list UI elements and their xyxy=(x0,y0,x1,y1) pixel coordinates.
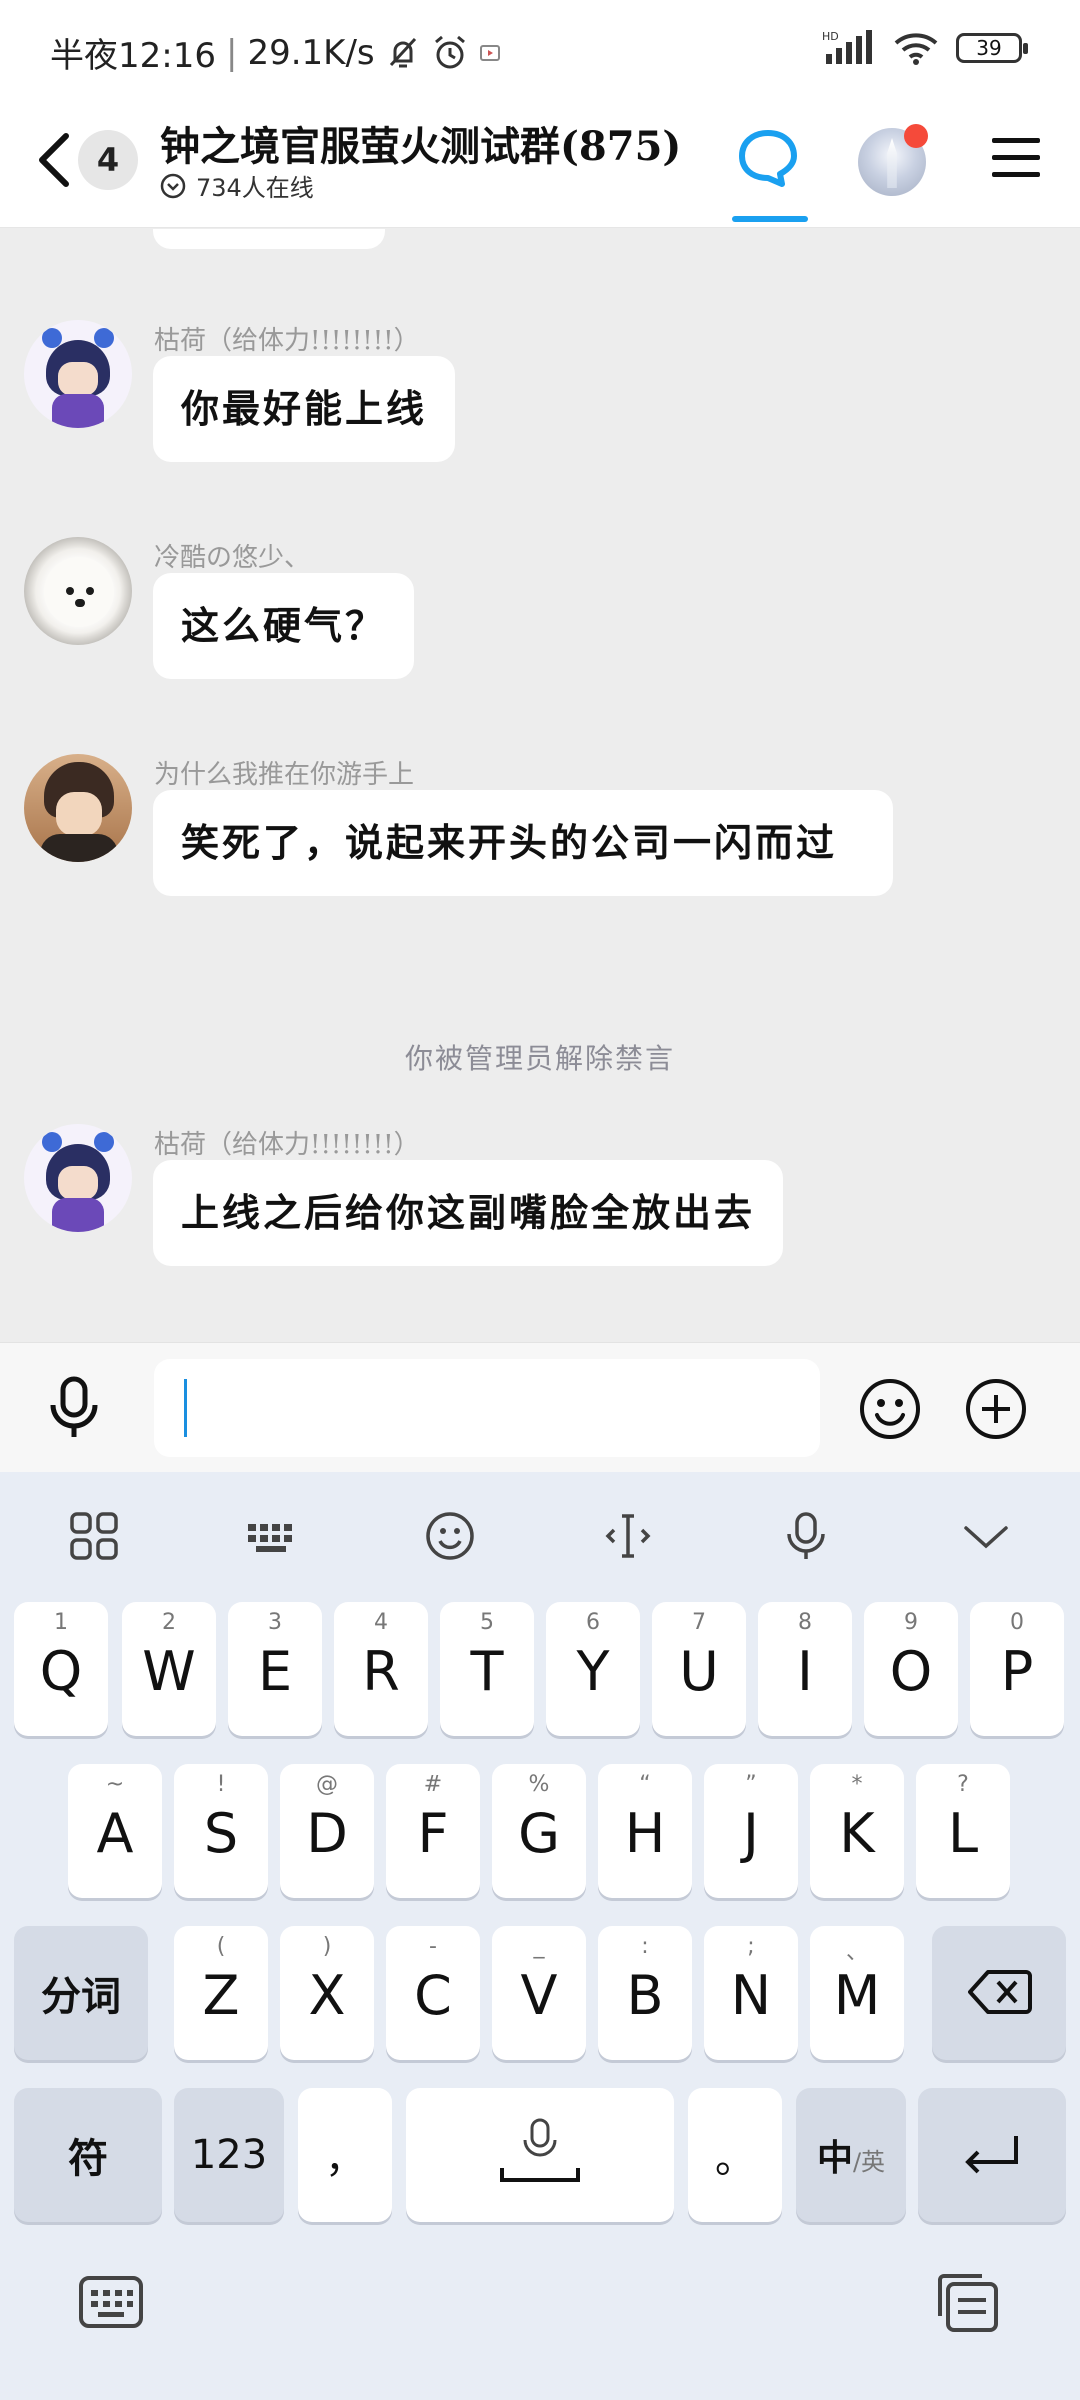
key-h[interactable]: “H xyxy=(598,1764,692,1898)
cursor-move-icon[interactable] xyxy=(602,1510,654,1562)
status-right: HD 39 xyxy=(822,30,1028,66)
enter-key[interactable] xyxy=(918,2088,1066,2222)
chat-messages[interactable]: 枯荷（给体力!!!!!!!!） 你最好能上线 冷酷の悠少、 这么硬气？ 为什么我… xyxy=(0,229,1080,1342)
mute-bell-icon xyxy=(389,37,416,67)
message-bubble[interactable]: 笑死了，说起来开头的公司一闪而过 xyxy=(153,790,893,896)
key-o[interactable]: 9O xyxy=(864,1602,958,1736)
key-n[interactable]: ; N xyxy=(704,1926,798,2060)
chevron-down-circle-icon xyxy=(160,173,186,198)
status-time: 半夜12:16 xyxy=(50,36,216,76)
comma-key[interactable]: ， xyxy=(298,2088,392,2222)
status-separator: | xyxy=(225,32,238,73)
space-mic-icon xyxy=(500,2118,580,2182)
lang-sub: /英 xyxy=(852,2148,886,2176)
collapse-keyboard-icon[interactable] xyxy=(960,1510,1012,1562)
key-a[interactable]: ~ A xyxy=(68,1764,162,1898)
unread-count-badge[interactable]: 4 xyxy=(78,130,138,190)
sender-name[interactable]: 枯荷（给体力!!!!!!!!） xyxy=(154,1124,420,1161)
key-q[interactable]: 1Q xyxy=(14,1602,108,1736)
anime-avatar[interactable] xyxy=(24,320,132,428)
chat-bubble-icon[interactable] xyxy=(738,128,798,188)
clipboard-icon[interactable] xyxy=(934,2272,1000,2332)
key-g[interactable]: % G xyxy=(492,1764,586,1898)
key-e[interactable]: 3E xyxy=(228,1602,322,1736)
numbers-key[interactable]: 123 xyxy=(174,2088,284,2222)
wifi-icon xyxy=(894,33,938,65)
online-count: 734人在线 xyxy=(196,174,314,202)
key-b[interactable]: :B xyxy=(598,1926,692,2060)
status-left: 半夜12:16 | 29.1K/s xyxy=(50,28,501,77)
key-z[interactable]: (Z xyxy=(174,1926,268,2060)
keyboard-layout-icon[interactable] xyxy=(246,1510,298,1562)
plus-icon[interactable] xyxy=(964,1377,1028,1441)
segment-key[interactable]: 分词 xyxy=(14,1926,148,2060)
hd-label: HD xyxy=(822,30,839,43)
keyboard: 1Q 2W 3E 4R 5T 6Y 7U 8I 9O 0P ~ A ! S @ D #… xyxy=(0,1472,1080,2400)
space-key[interactable] xyxy=(406,2088,674,2222)
voice-input-icon[interactable] xyxy=(44,1375,104,1441)
key-y[interactable]: 6Y xyxy=(546,1602,640,1736)
sender-name[interactable]: 枯荷（给体力!!!!!!!!） xyxy=(154,320,420,357)
key-w[interactable]: 2W xyxy=(122,1602,216,1736)
key-f[interactable]: # F xyxy=(386,1764,480,1898)
key-m[interactable]: 、 M xyxy=(810,1926,904,2060)
battery-indicator: 39 xyxy=(956,33,1028,63)
key-r[interactable]: 4R xyxy=(334,1602,428,1736)
alarm-icon xyxy=(434,35,465,68)
period-key[interactable]: 。 xyxy=(688,2088,782,2222)
sender-name[interactable]: 冷酷の悠少、 xyxy=(154,537,310,574)
system-message: 你被管理员解除禁言 xyxy=(404,1042,675,1075)
key-s[interactable]: ! S xyxy=(174,1764,268,1898)
online-status[interactable]: 734人在线 xyxy=(160,168,314,203)
keyboard-switch-icon[interactable] xyxy=(78,2272,144,2332)
lang-main: 中 xyxy=(816,2137,853,2179)
dog-avatar[interactable] xyxy=(24,537,132,645)
input-bar xyxy=(0,1342,1080,1472)
key-j[interactable]: ” J xyxy=(704,1764,798,1898)
key-c[interactable]: -C xyxy=(386,1926,480,2060)
key-i[interactable]: 8I xyxy=(758,1602,852,1736)
message-bubble[interactable]: 你最好能上线 xyxy=(153,356,456,462)
backspace-icon xyxy=(968,1970,1032,2014)
message-bubble[interactable]: 这么硬气？ xyxy=(153,573,415,679)
key-t[interactable]: 5T xyxy=(440,1602,534,1736)
active-tab-indicator xyxy=(732,216,808,222)
key-v[interactable]: _ V xyxy=(492,1926,586,2060)
emoji-toolbar-icon[interactable] xyxy=(424,1510,476,1562)
network-speed: 29.1K/s xyxy=(247,32,375,73)
anime-avatar[interactable] xyxy=(24,1124,132,1232)
keyboard-toolbar xyxy=(0,1472,1080,1592)
key-k[interactable]: * K xyxy=(810,1764,904,1898)
symbol-key[interactable]: 符 xyxy=(14,2088,162,2222)
message-bubble-partial[interactable] xyxy=(153,229,385,249)
text-caret xyxy=(184,1379,187,1437)
backspace-key[interactable] xyxy=(932,1926,1066,2060)
key-p[interactable]: 0P xyxy=(970,1602,1064,1736)
castle-image xyxy=(887,138,897,188)
language-switch-key[interactable]: 中/英 xyxy=(796,2088,906,2222)
message-input[interactable] xyxy=(154,1359,820,1457)
notification-dot xyxy=(904,124,928,148)
group-title[interactable]: 钟之境官服萤火测试群(875) xyxy=(160,114,681,172)
menu-icon[interactable] xyxy=(992,138,1040,182)
media-notification-icon xyxy=(479,44,500,61)
key-l[interactable]: ? L xyxy=(916,1764,1010,1898)
message-bubble[interactable]: 上线之后给你这副嘴脸全放出去 xyxy=(153,1160,784,1266)
back-arrow-icon[interactable] xyxy=(30,130,80,190)
status-bar: 半夜12:16 | 29.1K/s HD 39 xyxy=(0,0,1080,100)
apps-grid-icon[interactable] xyxy=(68,1510,120,1562)
key-x[interactable]: ) X xyxy=(280,1926,374,2060)
key-d[interactable]: @ D xyxy=(280,1764,374,1898)
chat-header: 4 钟之境官服萤火测试群(875) 734人在线 xyxy=(0,100,1080,228)
boy-avatar[interactable] xyxy=(24,754,132,862)
key-u[interactable]: 7U xyxy=(652,1602,746,1736)
enter-icon xyxy=(965,2136,1018,2174)
emoji-icon[interactable] xyxy=(858,1377,922,1441)
sender-name[interactable]: 为什么我推在你游手上 xyxy=(154,754,414,791)
signal-icon: HD xyxy=(822,30,872,64)
voice-toolbar-icon[interactable] xyxy=(780,1510,832,1562)
